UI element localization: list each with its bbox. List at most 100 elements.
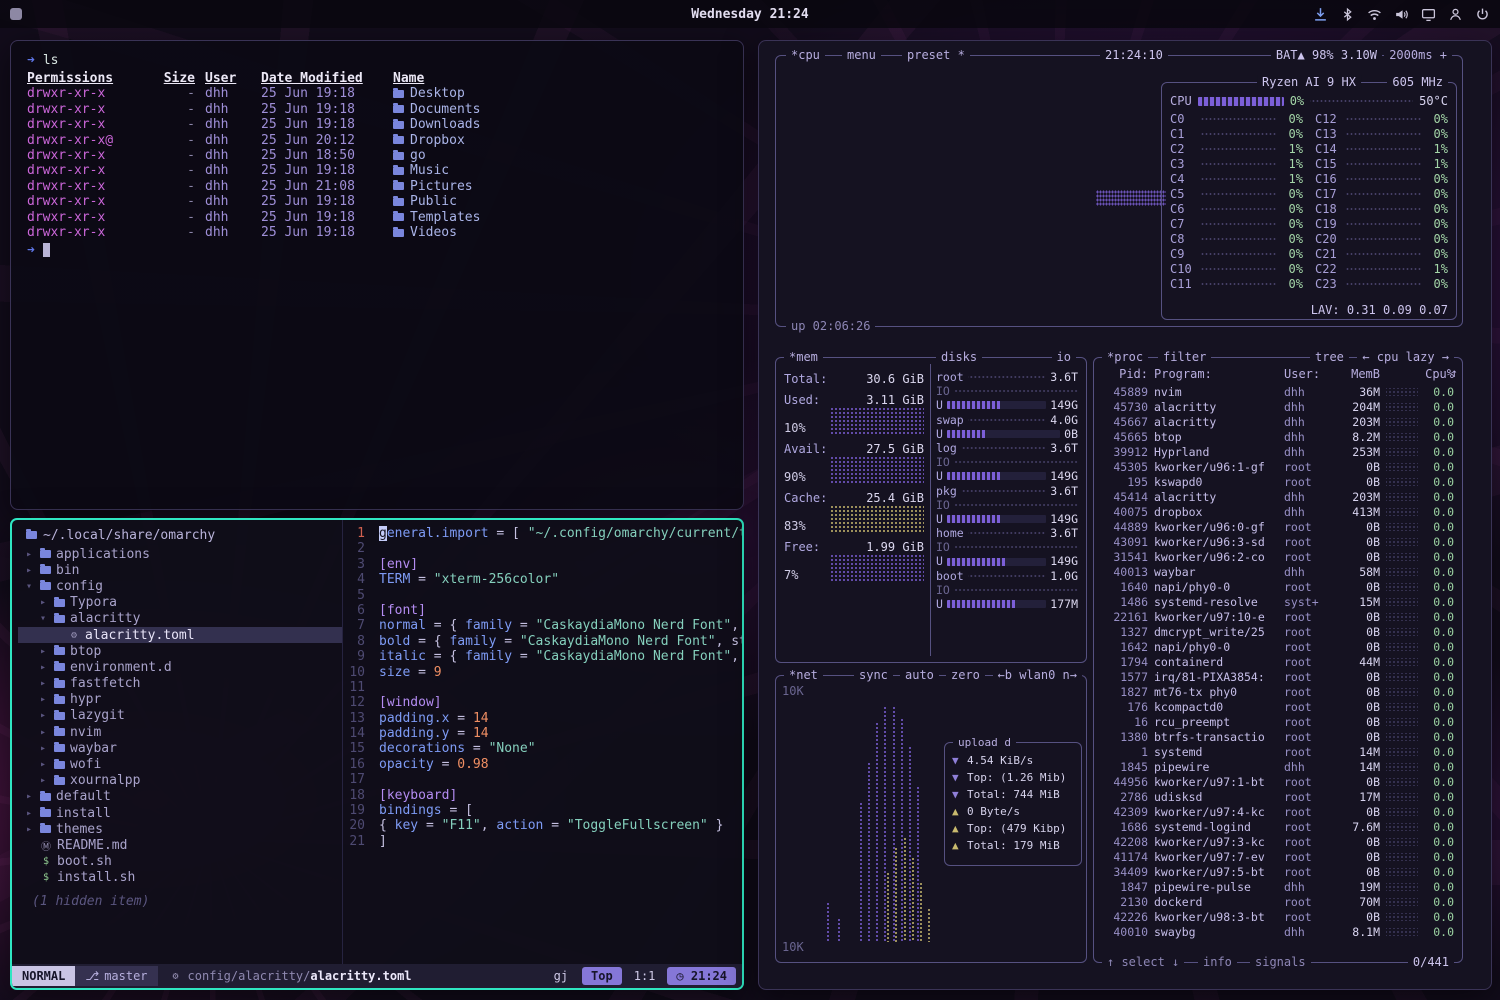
code-line[interactable]: 20{ key = "F11", action = "ToggleFullscr… <box>343 818 742 833</box>
editor-window[interactable]: ~/.local/share/omarchy ▸applications▸bin… <box>10 518 744 990</box>
proc-filter-button[interactable]: filter <box>1158 350 1211 365</box>
code-line[interactable]: 1general.import = [ "~/.config/omarchy/c… <box>343 526 742 541</box>
code-line[interactable]: 18[keyboard] <box>343 788 742 803</box>
process-row[interactable]: 1847pipewire-pulsedhh19M0.0 <box>1102 879 1454 894</box>
process-row[interactable]: 22161kworker/u97:10-eroot0B0.0 <box>1102 609 1454 624</box>
tree-item-fastfetch[interactable]: ▸fastfetch <box>18 676 342 692</box>
tree-item-nvim[interactable]: ▸nvim <box>18 724 342 740</box>
tree-item-README.md[interactable]: ⓂREADME.md <box>18 837 342 853</box>
process-row[interactable]: 44889kworker/u96:0-gfroot0B0.0 <box>1102 519 1454 534</box>
menu-button[interactable]: menu <box>842 48 881 63</box>
tree-item-alacritty[interactable]: ▾alacritty <box>18 611 342 627</box>
code-line[interactable]: 5 <box>343 588 742 603</box>
tree-item-bin[interactable]: ▸bin <box>18 562 342 578</box>
process-row[interactable]: 45667alacrittydhh203M0.0 <box>1102 414 1454 429</box>
tree-item-default[interactable]: ▸default <box>18 789 342 805</box>
wifi-icon[interactable] <box>1367 7 1382 22</box>
process-row[interactable]: 39912Hyprlanddhh253M0.0 <box>1102 444 1454 459</box>
power-icon[interactable] <box>1475 7 1490 22</box>
tree-item-environment.d[interactable]: ▸environment.d <box>18 659 342 675</box>
process-row[interactable]: 34409kworker/u97:5-btroot0B0.0 <box>1102 864 1454 879</box>
code-line[interactable]: 21] <box>343 834 742 849</box>
tree-item-waybar[interactable]: ▸waybar <box>18 740 342 756</box>
tree-item-themes[interactable]: ▸themes <box>18 821 342 837</box>
process-row[interactable]: 1794containerdroot44M0.0 <box>1102 654 1454 669</box>
process-row[interactable]: 1642napi/phy0-0root0B0.0 <box>1102 639 1454 654</box>
code-line[interactable]: 12[window] <box>343 695 742 710</box>
process-row[interactable]: 176kcompactd0root0B0.0 <box>1102 699 1454 714</box>
display-icon[interactable] <box>1421 7 1436 22</box>
proc-select-nav[interactable]: ↑ select ↓ <box>1102 955 1184 970</box>
net-interface-selector[interactable]: ←b wlan0 n→ <box>993 668 1082 683</box>
code-line[interactable]: 13padding.x = 14 <box>343 711 742 726</box>
code-line[interactable]: 11 <box>343 680 742 695</box>
code-line[interactable]: 2 <box>343 541 742 556</box>
tree-item-lazygit[interactable]: ▸lazygit <box>18 708 342 724</box>
proc-signals-button[interactable]: signals <box>1250 955 1311 970</box>
process-row[interactable]: 1845pipewiredhh14M0.0 <box>1102 759 1454 774</box>
proc-info-button[interactable]: info <box>1198 955 1237 970</box>
tree-item-boot.sh[interactable]: $boot.sh <box>18 854 342 870</box>
process-row[interactable]: 40010swaybgdhh8.1M0.0 <box>1102 924 1454 939</box>
code-line[interactable]: 10size = 9 <box>343 665 742 680</box>
tree-item-alacritty.toml[interactable]: ⚙alacritty.toml <box>18 627 342 643</box>
tree-item-install.sh[interactable]: $install.sh <box>18 870 342 886</box>
tree-item-applications[interactable]: ▸applications <box>18 546 342 562</box>
process-row[interactable]: 1827mt76-tx phy0root0B0.0 <box>1102 684 1454 699</box>
process-row[interactable]: 42309kworker/u97:4-kcroot0B0.0 <box>1102 804 1454 819</box>
code-line[interactable]: 8bold = { family = "CaskaydiaMono Nerd F… <box>343 634 742 649</box>
code-line[interactable]: 16opacity = 0.98 <box>343 757 742 772</box>
preset-button[interactable]: preset * <box>902 48 970 63</box>
btop-window[interactable]: *cpu menu preset * 21:24:10 BAT▲ 98% 3.1… <box>758 40 1492 990</box>
process-row[interactable]: 31541kworker/u96:2-coroot0B0.0 <box>1102 549 1454 564</box>
user-icon[interactable] <box>1448 7 1463 22</box>
process-row[interactable]: 42226kworker/u98:3-btroot0B0.0 <box>1102 909 1454 924</box>
disks-io-toggle[interactable]: io <box>1052 350 1076 365</box>
tree-item-config[interactable]: ▾config <box>18 578 342 594</box>
process-row[interactable]: 1577irq/81-PIXA3854:root0B0.0 <box>1102 669 1454 684</box>
process-row[interactable]: 1380btrfs-transactioroot0B0.0 <box>1102 729 1454 744</box>
process-row[interactable]: 45730alacrittydhh204M0.0 <box>1102 399 1454 414</box>
proc-sort-selector[interactable]: ← cpu lazy → <box>1357 350 1454 365</box>
process-row[interactable]: 2130dockerdroot70M0.0 <box>1102 894 1454 909</box>
git-branch[interactable]: ⎇ master <box>75 966 157 986</box>
tree-item-install[interactable]: ▸install <box>18 805 342 821</box>
code-line[interactable]: 3[env] <box>343 557 742 572</box>
process-row[interactable]: 1686systemd-logindroot7.6M0.0 <box>1102 819 1454 834</box>
terminal-window[interactable]: ➜ ls Permissions Size User Date Modified… <box>10 40 744 510</box>
process-row[interactable]: 45414alacrittydhh203M0.0 <box>1102 489 1454 504</box>
process-row[interactable]: 1systemdroot14M0.0 <box>1102 744 1454 759</box>
process-row[interactable]: 1486systemd-resolvesyst+15M0.0 <box>1102 594 1454 609</box>
process-row[interactable]: 43091kworker/u96:3-sdroot0B0.0 <box>1102 534 1454 549</box>
process-row[interactable]: 45889nvimdhh36M0.0 <box>1102 384 1454 399</box>
process-row[interactable]: 45665btopdhh8.2M0.0 <box>1102 429 1454 444</box>
code-line[interactable]: 14padding.y = 14 <box>343 726 742 741</box>
tree-item-btop[interactable]: ▸btop <box>18 643 342 659</box>
process-row[interactable]: 1327dmcrypt_write/25root0B0.0 <box>1102 624 1454 639</box>
process-row[interactable]: 40013waybardhh58M0.0 <box>1102 564 1454 579</box>
tree-item-wofi[interactable]: ▸wofi <box>18 756 342 772</box>
process-row[interactable]: 195kswapd0root0B0.0 <box>1102 474 1454 489</box>
code-line[interactable]: 6[font] <box>343 603 742 618</box>
process-row[interactable]: 45305kworker/u96:1-gfroot0B0.0 <box>1102 459 1454 474</box>
code-line[interactable]: 9italic = { family = "CaskaydiaMono Nerd… <box>343 649 742 664</box>
code-line[interactable]: 17 <box>343 772 742 787</box>
process-row[interactable]: 16rcu_preemptroot0B0.0 <box>1102 714 1454 729</box>
code-line[interactable]: 19bindings = [ <box>343 803 742 818</box>
process-row[interactable]: 40075dropboxdhh413M0.0 <box>1102 504 1454 519</box>
code-line[interactable]: 4TERM = "xterm-256color" <box>343 572 742 587</box>
code-line[interactable]: 7normal = { family = "CaskaydiaMono Nerd… <box>343 618 742 633</box>
net-sync-button[interactable]: sync <box>854 668 893 683</box>
process-row[interactable]: 1640napi/phy0-0root0B0.0 <box>1102 579 1454 594</box>
process-row[interactable]: 44956kworker/u97:1-btroot0B0.0 <box>1102 774 1454 789</box>
tree-item-xournalpp[interactable]: ▸xournalpp <box>18 773 342 789</box>
process-row[interactable]: 2786udisksdroot17M0.0 <box>1102 789 1454 804</box>
code-line[interactable]: 15decorations = "None" <box>343 741 742 756</box>
volume-icon[interactable] <box>1394 7 1409 22</box>
net-auto-button[interactable]: auto <box>900 668 939 683</box>
process-row[interactable]: 41174kworker/u97:7-evroot0B0.0 <box>1102 849 1454 864</box>
process-row[interactable]: 42208kworker/u97:3-kcroot0B0.0 <box>1102 834 1454 849</box>
bluetooth-icon[interactable] <box>1340 7 1355 22</box>
updates-icon[interactable] <box>1313 7 1328 22</box>
net-zero-button[interactable]: zero <box>946 668 985 683</box>
